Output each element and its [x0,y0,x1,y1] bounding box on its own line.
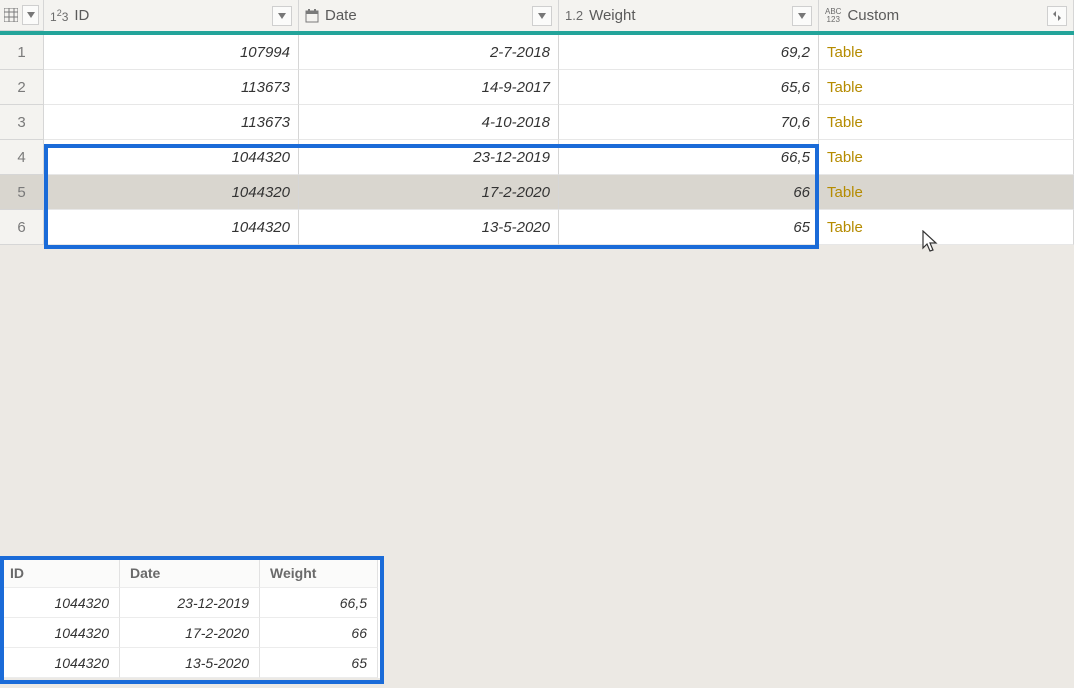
filter-button-id[interactable] [272,6,292,26]
cell-id[interactable]: 1044320 [44,210,299,245]
preview-row[interactable]: 1044320 17-2-2020 66 [0,618,380,648]
preview-row[interactable]: 1044320 23-12-2019 66,5 [0,588,380,618]
column-label: Weight [589,7,788,24]
cell-date[interactable]: 13-5-2020 [299,210,559,245]
cell-weight[interactable]: 65,6 [559,70,819,105]
column-label: ID [74,7,268,24]
column-label: Date [325,7,528,24]
preview-cell-id[interactable]: 1044320 [0,618,120,648]
preview-cell-weight[interactable]: 66 [260,618,378,648]
cell-date[interactable]: 4-10-2018 [299,105,559,140]
cell-weight[interactable]: 66 [559,175,819,210]
filter-button-date[interactable] [532,6,552,26]
preview-row[interactable]: 1044320 13-5-2020 65 [0,648,380,678]
column-header-id[interactable]: 123 ID [44,0,299,31]
int-icon: 123 [50,8,68,24]
cell-weight[interactable]: 65 [559,210,819,245]
table-icon [4,7,18,23]
table-row[interactable]: 3 113673 4-10-2018 70,6 Table [0,105,1074,140]
row-number[interactable]: 6 [0,210,44,245]
cell-date[interactable]: 2-7-2018 [299,35,559,70]
preview-table[interactable]: ID Date Weight 1044320 23-12-2019 66,5 1… [0,558,380,678]
expand-button-custom[interactable] [1047,6,1067,26]
preview-cell-date[interactable]: 13-5-2020 [120,648,260,678]
preview-cell-date[interactable]: 23-12-2019 [120,588,260,618]
cell-custom[interactable]: Table [819,140,1074,175]
preview-header-row: ID Date Weight [0,558,380,588]
cell-custom[interactable]: Table [819,35,1074,70]
preview-cell-weight[interactable]: 65 [260,648,378,678]
cell-weight[interactable]: 70,6 [559,105,819,140]
cell-id[interactable]: 113673 [44,70,299,105]
any-icon: ABC 123 [825,8,841,24]
preview-header-weight[interactable]: Weight [260,558,378,588]
row-number[interactable]: 3 [0,105,44,140]
cell-weight[interactable]: 69,2 [559,35,819,70]
column-header-custom[interactable]: ABC 123 Custom [819,0,1074,31]
column-header-date[interactable]: Date [299,0,559,31]
grid-header-row: 123 ID Date 1.2 Weight ABC [0,0,1074,35]
preview-cell-id[interactable]: 1044320 [0,648,120,678]
table-row[interactable]: 5 1044320 17-2-2020 66 Table [0,175,1074,210]
column-label: Custom [847,7,1043,24]
cell-custom[interactable]: Table [819,70,1074,105]
cell-id[interactable]: 113673 [44,105,299,140]
preview-header-id[interactable]: ID [0,558,120,588]
preview-cell-id[interactable]: 1044320 [0,588,120,618]
filter-button-weight[interactable] [792,6,812,26]
row-number-header[interactable] [0,0,44,31]
cell-date[interactable]: 23-12-2019 [299,140,559,175]
preview-header-date[interactable]: Date [120,558,260,588]
table-menu-button[interactable] [22,5,39,25]
grid-body: 1 107994 2-7-2018 69,2 Table 2 113673 14… [0,35,1074,245]
cell-date[interactable]: 14-9-2017 [299,70,559,105]
row-number[interactable]: 5 [0,175,44,210]
cell-id[interactable]: 107994 [44,35,299,70]
cell-custom[interactable]: Table [819,210,1074,245]
table-row[interactable]: 4 1044320 23-12-2019 66,5 Table [0,140,1074,175]
row-number[interactable]: 1 [0,35,44,70]
row-number[interactable]: 4 [0,140,44,175]
date-icon [305,9,319,23]
column-header-weight[interactable]: 1.2 Weight [559,0,819,31]
preview-cell-date[interactable]: 17-2-2020 [120,618,260,648]
table-row[interactable]: 2 113673 14-9-2017 65,6 Table [0,70,1074,105]
cell-weight[interactable]: 66,5 [559,140,819,175]
row-number[interactable]: 2 [0,70,44,105]
table-row[interactable]: 6 1044320 13-5-2020 65 Table [0,210,1074,245]
cell-id[interactable]: 1044320 [44,175,299,210]
main-data-grid[interactable]: 123 ID Date 1.2 Weight ABC [0,0,1074,245]
table-row[interactable]: 1 107994 2-7-2018 69,2 Table [0,35,1074,70]
cell-date[interactable]: 17-2-2020 [299,175,559,210]
cell-custom[interactable]: Table [819,175,1074,210]
cell-id[interactable]: 1044320 [44,140,299,175]
preview-cell-weight[interactable]: 66,5 [260,588,378,618]
decimal-icon: 1.2 [565,8,583,23]
cell-custom[interactable]: Table [819,105,1074,140]
